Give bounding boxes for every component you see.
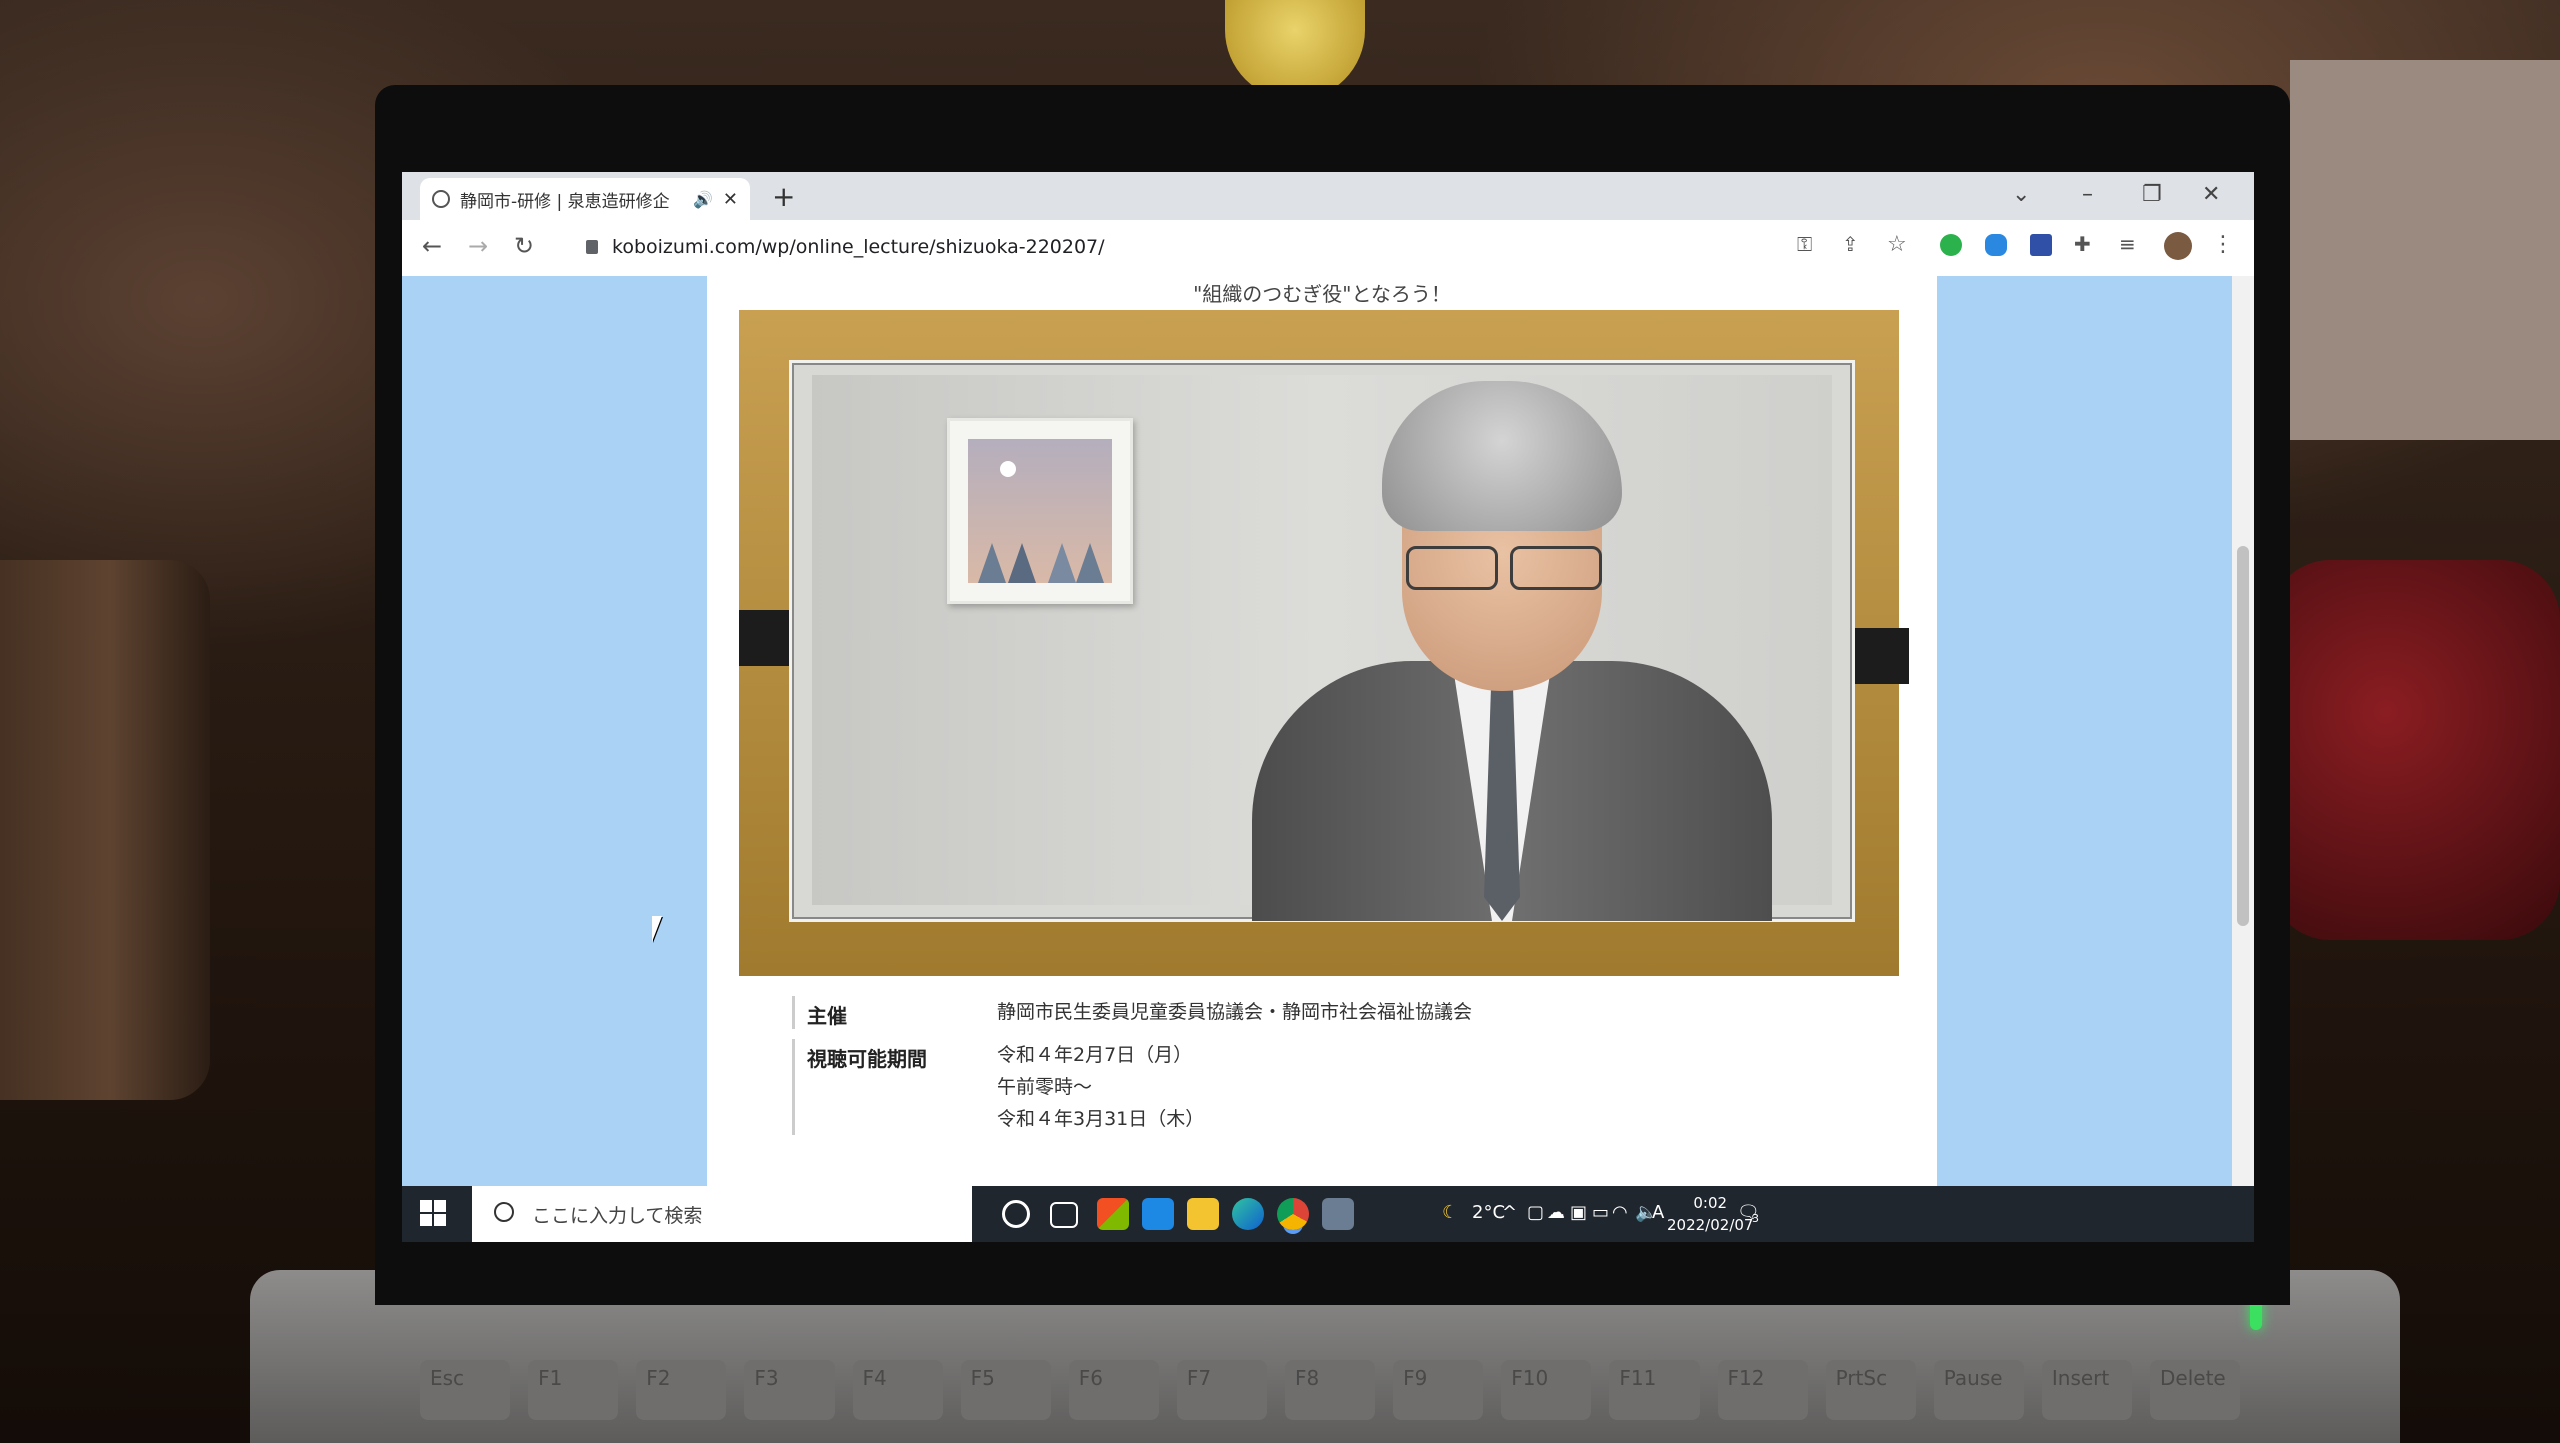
notification-count: 3 bbox=[1752, 1212, 1759, 1225]
globe-icon bbox=[432, 190, 450, 208]
tab-search-button[interactable]: ⌄ bbox=[2012, 182, 2030, 207]
mouse-cursor-icon bbox=[652, 916, 662, 942]
weather-temp[interactable]: 2°C bbox=[1472, 1202, 1505, 1223]
wall-painting bbox=[947, 418, 1133, 604]
key[interactable]: F10 bbox=[1501, 1360, 1592, 1420]
search-placeholder: ここに入力して検索 bbox=[532, 1204, 703, 1227]
function-key-row: Esc F1 F2 F3 F4 F5 F6 F7 F8 F9 F10 F11 F… bbox=[420, 1360, 2241, 1420]
new-tab-button[interactable]: + bbox=[772, 180, 795, 213]
info-value: 静岡市民生委員児童委員協議会・静岡市社会福祉協議会 bbox=[997, 1001, 1473, 1023]
key[interactable]: F2 bbox=[636, 1360, 727, 1420]
tab-title: 静岡市-研修 | 泉恵造研修企 bbox=[460, 191, 670, 212]
back-icon[interactable]: ← bbox=[422, 232, 442, 260]
laptop-screen: 静岡市-研修 | 泉恵造研修企 🔊 ✕ + ⌄ – ❐ ✕ ← → ↻ kobo… bbox=[402, 172, 2254, 1242]
lecture-caption: "組織のつむぎ役"となろう！ bbox=[1193, 282, 1451, 306]
battery-icon[interactable]: ▭ bbox=[1592, 1202, 1609, 1223]
share-icon[interactable]: ⇪ bbox=[1842, 232, 1859, 256]
red-object bbox=[2270, 560, 2560, 940]
key[interactable]: F1 bbox=[528, 1360, 619, 1420]
close-window-button[interactable]: ✕ bbox=[2202, 182, 2220, 207]
key[interactable]: Pause bbox=[1933, 1360, 2024, 1420]
page-content: "組織のつむぎ役"となろう！ 主催 静岡市民生委員児童委員協議会・静岡市社会福祉… bbox=[707, 276, 1937, 1186]
restore-button[interactable]: ❐ bbox=[2142, 182, 2162, 207]
info-label: 視聴可能期間 bbox=[807, 1047, 927, 1071]
moon-weather-icon[interactable]: ☾ bbox=[1442, 1202, 1458, 1223]
event-info: 主催 静岡市民生委員児童委員協議会・静岡市社会福祉協議会 視聴可能期間 令和４年… bbox=[792, 996, 1692, 1145]
cloud-extension-icon[interactable] bbox=[1985, 234, 2007, 256]
info-row: 視聴可能期間 令和４年2月7日（月） 午前零時～ 令和４年3月31日（木） bbox=[792, 1039, 1692, 1135]
key[interactable]: F9 bbox=[1393, 1360, 1484, 1420]
key-icon[interactable]: ⚿ bbox=[1797, 232, 1812, 256]
key[interactable]: F8 bbox=[1285, 1360, 1376, 1420]
close-tab-icon[interactable]: ✕ bbox=[723, 189, 738, 210]
web-page: "組織のつむぎ役"となろう！ 主催 静岡市民生委員児童委員協議会・静岡市社会福祉… bbox=[402, 276, 2232, 1186]
kebab-menu-icon[interactable]: ⋮ bbox=[2212, 232, 2234, 257]
key[interactable]: F6 bbox=[1068, 1360, 1159, 1420]
store-icon[interactable] bbox=[1097, 1198, 1129, 1230]
windows-taskbar: ここに入力して検索 ☾ 2°C ^ ▢ ☁ ▣ ▭ ◠ 🔈 A 0:02 202… bbox=[402, 1186, 2254, 1242]
key[interactable]: F7 bbox=[1176, 1360, 1267, 1420]
key[interactable]: F11 bbox=[1609, 1360, 1700, 1420]
lock-icon bbox=[586, 240, 598, 254]
key[interactable]: PrtSc bbox=[1825, 1360, 1916, 1420]
green-extension-icon[interactable] bbox=[1940, 234, 1962, 256]
key[interactable]: F3 bbox=[744, 1360, 835, 1420]
extension-icon[interactable] bbox=[2030, 234, 2052, 256]
chrome-icon[interactable] bbox=[1277, 1198, 1309, 1230]
info-label: 主催 bbox=[807, 1004, 847, 1028]
speaker-icon[interactable]: 🔊 bbox=[693, 190, 713, 209]
browser-tab-bar: 静岡市-研修 | 泉恵造研修企 🔊 ✕ + ⌄ – ❐ ✕ bbox=[402, 172, 2254, 220]
onedrive-icon[interactable]: ☁ bbox=[1547, 1202, 1565, 1223]
reload-icon[interactable]: ↻ bbox=[514, 232, 534, 260]
mail-icon[interactable] bbox=[1142, 1198, 1174, 1230]
wifi-icon[interactable]: ◠ bbox=[1612, 1202, 1628, 1223]
background-box bbox=[2290, 60, 2560, 440]
avatar[interactable] bbox=[2164, 232, 2192, 260]
ime-indicator[interactable]: A bbox=[1652, 1202, 1664, 1223]
info-value: 令和４年2月7日（月） 午前零時～ 令和４年3月31日（木） bbox=[997, 1044, 1205, 1130]
reading-list-icon[interactable]: ≡ bbox=[2119, 232, 2136, 256]
browser-toolbar: ← → ↻ koboizumi.com/wp/online_lecture/sh… bbox=[402, 220, 2254, 277]
key[interactable]: F4 bbox=[852, 1360, 943, 1420]
video-frame bbox=[789, 360, 1855, 922]
key[interactable]: F5 bbox=[960, 1360, 1051, 1420]
windows-start-icon[interactable] bbox=[420, 1200, 446, 1226]
key[interactable]: F12 bbox=[1717, 1360, 1808, 1420]
camera-icon[interactable] bbox=[1322, 1198, 1354, 1230]
minimize-button[interactable]: – bbox=[2082, 182, 2093, 207]
search-icon bbox=[494, 1202, 514, 1222]
key[interactable]: Insert bbox=[2041, 1360, 2132, 1420]
tray-device-icon[interactable]: ▢ bbox=[1527, 1202, 1544, 1223]
page-scrollbar[interactable] bbox=[2232, 276, 2254, 1186]
key[interactable]: Esc bbox=[420, 1360, 511, 1420]
scrollbar-thumb[interactable] bbox=[2237, 546, 2249, 926]
tray-expand-icon[interactable]: ^ bbox=[1502, 1202, 1517, 1223]
browser-tab[interactable]: 静岡市-研修 | 泉恵造研修企 🔊 ✕ bbox=[420, 178, 750, 220]
taskbar-search-box[interactable]: ここに入力して検索 bbox=[472, 1186, 972, 1242]
task-view-icon[interactable] bbox=[1050, 1202, 1078, 1228]
edge-icon[interactable] bbox=[1232, 1198, 1264, 1230]
cortana-icon[interactable] bbox=[1002, 1200, 1030, 1228]
forward-icon[interactable]: → bbox=[468, 232, 488, 260]
file-explorer-icon[interactable] bbox=[1187, 1198, 1219, 1230]
mug bbox=[0, 560, 210, 1100]
url-text: koboizumi.com/wp/online_lecture/shizuoka… bbox=[612, 236, 1105, 258]
tray-app-icon[interactable]: ▣ bbox=[1570, 1202, 1587, 1223]
video-player[interactable] bbox=[739, 310, 1909, 976]
lecturer bbox=[1252, 381, 1772, 921]
address-bar[interactable]: koboizumi.com/wp/online_lecture/shizuoka… bbox=[572, 228, 2086, 266]
key[interactable]: Delete bbox=[2150, 1360, 2241, 1420]
puzzle-icon[interactable]: ✚ bbox=[2074, 232, 2091, 256]
info-row: 主催 静岡市民生委員児童委員協議会・静岡市社会福祉協議会 bbox=[792, 996, 1692, 1029]
star-icon[interactable]: ☆ bbox=[1887, 232, 1907, 257]
